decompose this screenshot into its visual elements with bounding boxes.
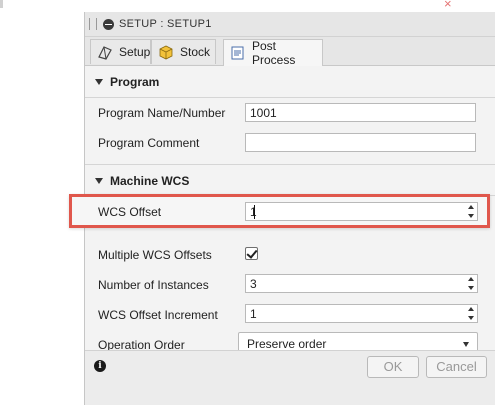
- machine-wcs-section-header[interactable]: Machine WCS: [85, 167, 495, 195]
- checkmark-icon: [246, 247, 258, 259]
- tab-stock[interactable]: Stock: [151, 39, 216, 64]
- section-collapse-icon: [95, 79, 103, 85]
- stock-box-icon: [158, 44, 174, 60]
- cancel-button[interactable]: Cancel: [426, 356, 487, 378]
- dialog-footer: i OK Cancel: [85, 350, 495, 405]
- operation-order-value: Preserve order: [247, 337, 327, 351]
- drag-grip-icon[interactable]: [89, 18, 97, 30]
- tab-setup-label: Setup: [119, 45, 151, 59]
- increment-spinner[interactable]: 1: [245, 304, 478, 323]
- spinner-arrows[interactable]: [467, 205, 475, 218]
- instances-value: 3: [250, 277, 257, 291]
- increment-icon[interactable]: [468, 277, 474, 281]
- close-x-fragment-icon: ×: [444, 0, 452, 11]
- increment-value: 1: [250, 307, 257, 321]
- section-collapse-icon: [95, 178, 103, 184]
- tab-setup[interactable]: Setup: [90, 39, 151, 64]
- tab-post-process-label: Post Process: [252, 39, 296, 67]
- collapse-icon[interactable]: [103, 18, 114, 30]
- program-comment-label: Program Comment: [98, 136, 200, 150]
- setup-dialog: SETUP : SETUP1 Setup Stock Post Process …: [69, 12, 495, 405]
- wcs-offset-highlight: WCS Offset 1: [69, 194, 490, 228]
- dialog-title: SETUP : SETUP1: [119, 18, 212, 30]
- increment-icon[interactable]: [468, 205, 474, 209]
- program-section-header[interactable]: Program: [85, 68, 495, 96]
- instances-label: Number of Instances: [98, 278, 209, 292]
- multiple-wcs-label: Multiple WCS Offsets: [98, 248, 212, 262]
- tab-content: Program Program Name/Number Program Comm…: [69, 66, 495, 354]
- machine-wcs-section-title: Machine WCS: [110, 174, 190, 188]
- ok-button[interactable]: OK: [367, 356, 419, 378]
- window-edge-marker: [0, 0, 3, 8]
- multiple-wcs-checkbox[interactable]: [245, 247, 258, 260]
- program-comment-input[interactable]: [245, 133, 476, 152]
- decrement-icon[interactable]: [468, 286, 474, 290]
- program-section-title: Program: [110, 75, 160, 89]
- decrement-icon[interactable]: [468, 316, 474, 320]
- text-caret: [254, 205, 255, 219]
- wcs-offset-label: WCS Offset: [98, 205, 162, 219]
- tab-bar: Setup Stock Post Process: [85, 37, 495, 67]
- post-process-icon: [230, 45, 246, 61]
- divider: [85, 97, 495, 98]
- spinner-arrows[interactable]: [467, 307, 475, 320]
- wcs-offset-spinner[interactable]: 1: [245, 202, 478, 221]
- instances-spinner[interactable]: 3: [245, 274, 478, 293]
- decrement-icon[interactable]: [468, 214, 474, 218]
- program-name-label: Program Name/Number: [98, 106, 226, 120]
- program-name-input[interactable]: [245, 103, 476, 122]
- info-icon[interactable]: i: [94, 360, 106, 372]
- setup-axis-icon: [97, 44, 113, 60]
- tab-stock-label: Stock: [180, 45, 211, 59]
- screen: × SETUP : SETUP1 Setup Stock Post Proces…: [0, 0, 495, 405]
- divider: [85, 164, 495, 165]
- increment-label: WCS Offset Increment: [98, 308, 218, 322]
- spinner-arrows[interactable]: [467, 277, 475, 290]
- tab-post-process[interactable]: Post Process: [223, 39, 323, 67]
- dialog-titlebar[interactable]: SETUP : SETUP1: [85, 12, 495, 37]
- chevron-down-icon: [463, 342, 469, 347]
- increment-icon[interactable]: [468, 307, 474, 311]
